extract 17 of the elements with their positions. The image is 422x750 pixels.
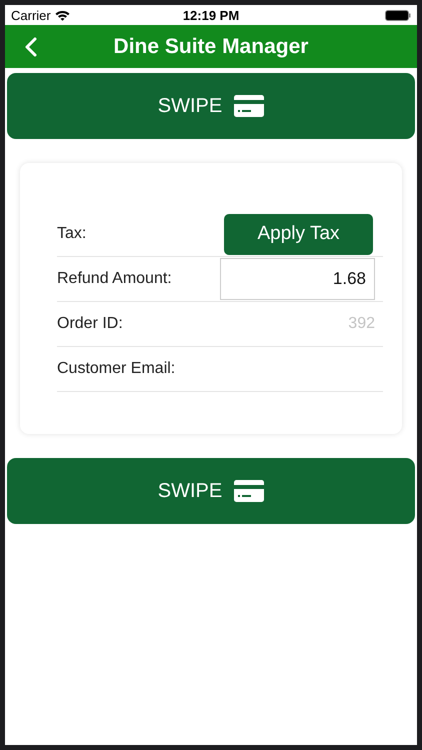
carrier-label: Carrier: [11, 8, 51, 22]
battery-icon: [385, 10, 411, 20]
card-icon: [234, 95, 264, 117]
card-icon: [234, 480, 264, 502]
swipe-button[interactable]: SWIPE: [7, 73, 415, 139]
order-id-value: 392: [348, 315, 375, 333]
field-label: Refund Amount:: [57, 270, 172, 288]
swipe-button[interactable]: SWIPE: [7, 458, 415, 524]
field-label: Customer Email:: [57, 360, 176, 378]
field-label: Order ID:: [57, 315, 123, 333]
status-time: 12:19 PM: [182, 8, 240, 22]
nav-title: Dine Suite Manager: [114, 34, 308, 58]
refund-amount-field[interactable]: 1.68: [220, 258, 375, 300]
apply-tax-button[interactable]: Apply Tax: [224, 214, 373, 254]
back-icon[interactable]: [25, 37, 37, 57]
field-label: Tax:: [57, 225, 86, 243]
wifi-icon: [54, 10, 70, 20]
